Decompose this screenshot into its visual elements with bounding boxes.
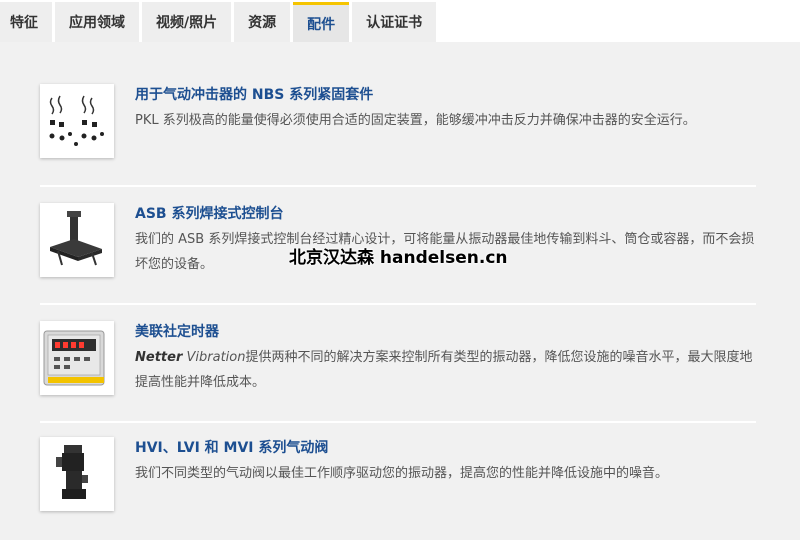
accessory-title-nbs[interactable]: 用于气动冲击器的 NBS 系列紧固套件 [135, 84, 373, 106]
fastening-kit-icon[interactable] [40, 84, 114, 158]
accessory-desc-timer: Netter Vibration提供两种不同的解决方案来控制所有类型的振动器，降… [135, 345, 755, 395]
divider [40, 303, 756, 305]
tab-accessories[interactable]: 配件 [293, 2, 350, 42]
accessory-title-valves[interactable]: HVI、LVI 和 MVI 系列气动阀 [135, 437, 328, 459]
accessory-title-timer[interactable]: 美联社定时器 [135, 321, 219, 343]
accessory-desc-nbs: PKL 系列极高的能量使得必须使用合适的固定装置，能够缓冲冲击反力并确保冲击器的… [135, 113, 696, 128]
tab-applications[interactable]: 应用领域 [55, 2, 139, 42]
pneumatic-valve-icon[interactable] [40, 437, 114, 511]
list-item: 用于气动冲击器的 NBS 系列紧固套件 PKL 系列极高的能量使得必须使用合适的… [40, 84, 756, 184]
welded-bracket-icon[interactable] [40, 203, 114, 277]
brand-name-suffix: Vibration [186, 350, 246, 365]
tab-resources[interactable]: 资源 [234, 2, 291, 42]
accessory-desc-valves: 我们不同类型的气动阀以最佳工作顺序驱动您的振动器，提高您的性能并降低设施中的噪音… [135, 466, 669, 481]
accessories-panel: 用于气动冲击器的 NBS 系列紧固套件 PKL 系列极高的能量使得必须使用合适的… [0, 42, 800, 540]
watermark: 北京汉达森 handelsen.cn [289, 248, 508, 268]
list-item: 美联社定时器 Netter Vibration提供两种不同的解决方案来控制所有类… [40, 321, 756, 421]
list-item: HVI、LVI 和 MVI 系列气动阀 我们不同类型的气动阀以最佳工作顺序驱动您… [40, 437, 756, 517]
tab-video-photos[interactable]: 视频/照片 [142, 2, 232, 42]
timer-controller-icon[interactable] [40, 321, 114, 395]
tab-bar: 特征 应用领域 视频/照片 资源 配件 认证证书 [0, 0, 800, 42]
divider [40, 185, 756, 187]
tab-features[interactable]: 特征 [0, 2, 52, 42]
brand-name: Netter [135, 350, 183, 365]
tab-certificates[interactable]: 认证证书 [352, 2, 437, 42]
divider [40, 421, 756, 423]
accessory-title-asb[interactable]: ASB 系列焊接式控制台 [135, 203, 283, 225]
